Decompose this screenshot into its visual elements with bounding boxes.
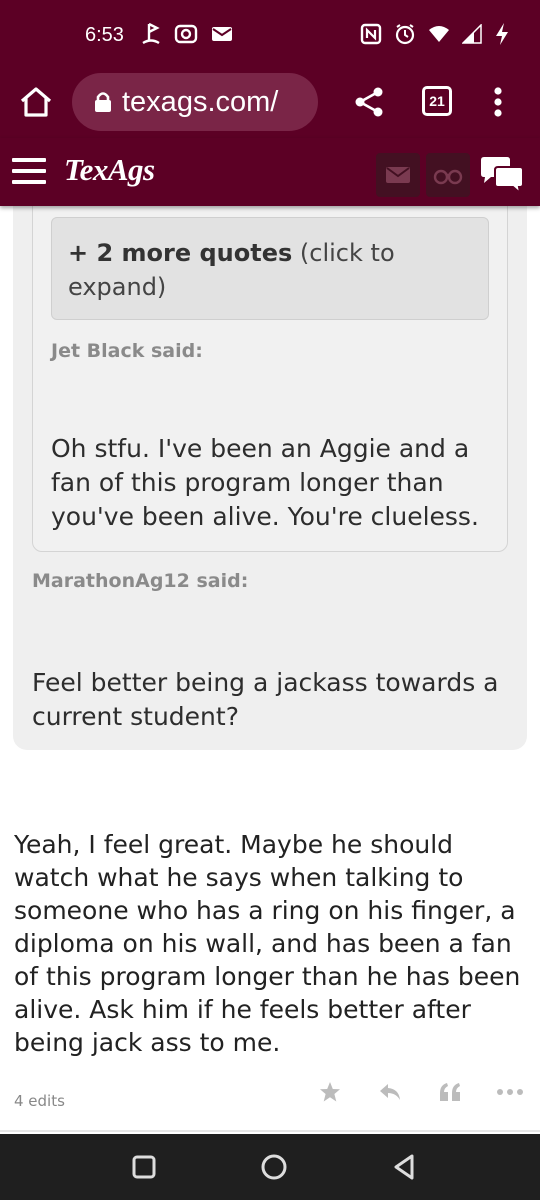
edits-link[interactable]: 4 edits [14, 1092, 65, 1110]
star-icon [320, 1082, 340, 1102]
charging-icon [496, 23, 508, 45]
signal-icon [462, 24, 482, 44]
outer-quote-author[interactable]: MarathonAg12 said: [32, 570, 248, 592]
envelope-icon [386, 167, 410, 183]
alarm-icon [395, 24, 415, 45]
wifi-icon [429, 26, 449, 42]
nfc-icon [360, 23, 382, 45]
status-time: 6:53 [85, 24, 124, 46]
site-header: TexAgs [0, 138, 540, 206]
outer-quote-text: Feel better being a jackass towards a cu… [32, 668, 499, 731]
status-icons-right [360, 22, 510, 46]
post-body: Yeah, I feel great. Maybe he should watc… [14, 830, 521, 1057]
reply-icon [380, 1084, 400, 1100]
lock-icon [95, 92, 111, 112]
inner-quote-author[interactable]: Jet Black said: [51, 340, 203, 362]
inner-quote-text: Oh stfu. I've been an Aggie and a fan of… [51, 434, 479, 531]
home-icon[interactable] [18, 84, 54, 120]
back-icon[interactable] [388, 1151, 420, 1183]
more-quotes-count: + 2 more quotes [68, 239, 293, 267]
more-vert-icon[interactable] [488, 85, 508, 119]
url-bar[interactable]: texags.com/ [72, 73, 318, 131]
messages-button[interactable] [376, 153, 420, 197]
instagram-icon [174, 24, 198, 44]
home-circle-icon[interactable] [258, 1151, 290, 1183]
hamburger-menu-icon[interactable] [12, 158, 46, 186]
thread-content: + 2 more quotes (click to expand) Jet Bl… [0, 206, 540, 1134]
browser-toolbar: texags.com/ 21 [0, 70, 540, 138]
more-options-button[interactable] [480, 1076, 540, 1108]
recents-icon[interactable] [128, 1151, 160, 1183]
tab-switcher-button[interactable]: 21 [422, 86, 452, 116]
more-horiz-icon [497, 1089, 523, 1095]
chat-button[interactable] [478, 153, 526, 197]
site-logo[interactable]: TexAgs [64, 152, 155, 188]
status-bar: 6:53 [0, 0, 540, 70]
golf-icon [142, 22, 160, 45]
url-text: texags.com/ [122, 85, 279, 118]
reply-button[interactable] [360, 1076, 420, 1108]
post-divider [0, 1130, 540, 1132]
more-quotes-expander[interactable]: + 2 more quotes (click to expand) [51, 217, 489, 320]
status-icons-left [140, 22, 234, 46]
mail-icon [212, 27, 232, 41]
quote-button[interactable] [420, 1076, 480, 1108]
post-actions [300, 1076, 540, 1108]
chat-bubbles-icon [481, 157, 524, 194]
binoculars-icon [433, 169, 463, 185]
watched-button[interactable] [426, 153, 470, 197]
share-icon[interactable] [352, 85, 386, 119]
quote-icon [440, 1083, 460, 1101]
star-button[interactable] [300, 1076, 360, 1108]
system-navigation-bar [0, 1134, 540, 1200]
